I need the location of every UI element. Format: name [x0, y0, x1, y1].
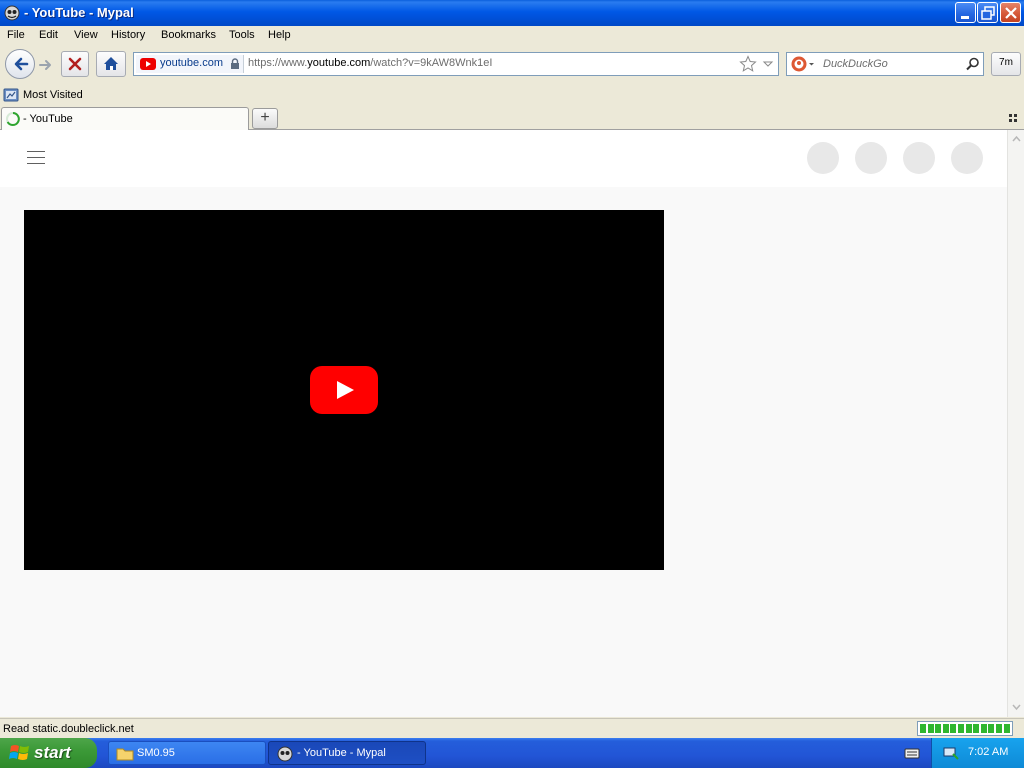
taskbar-item-mypal[interactable]: - YouTube - Mypal	[268, 741, 426, 765]
minimize-button[interactable]	[955, 2, 976, 23]
page-content	[0, 130, 1007, 717]
scroll-down-icon[interactable]	[1010, 700, 1023, 714]
menu-tools[interactable]: Tools	[229, 29, 255, 41]
progress-segment	[996, 724, 1002, 733]
progress-segment	[965, 724, 972, 733]
play-button[interactable]	[310, 366, 378, 414]
menu-hamburger-icon[interactable]	[0, 130, 60, 187]
url-path: /watch?v=9kAW8Wnk1eI	[370, 57, 493, 69]
bookmarks-toolbar: Most Visited	[0, 84, 1024, 106]
video-player[interactable]	[24, 210, 664, 570]
taskbar-item-label: - YouTube - Mypal	[297, 747, 386, 759]
network-icon[interactable]	[942, 744, 960, 762]
back-button[interactable]	[5, 49, 35, 79]
mypal-app-icon	[4, 5, 20, 21]
url-dropdown-icon[interactable]	[762, 56, 774, 74]
restore-button[interactable]	[977, 2, 998, 23]
restore-icon	[981, 6, 995, 20]
close-icon	[1005, 7, 1017, 19]
menu-edit[interactable]: Edit	[39, 29, 58, 41]
progress-segment	[973, 724, 980, 733]
navigation-toolbar: youtube.com https://www.youtube.com/watc…	[0, 46, 1024, 84]
duckduckgo-icon[interactable]	[789, 54, 815, 74]
site-identity-button[interactable]: youtube.com	[136, 55, 244, 73]
header-placeholder-circle	[903, 142, 935, 174]
tab-youtube[interactable]: - YouTube	[1, 107, 249, 130]
header-placeholder-circle	[807, 142, 839, 174]
start-button[interactable]: start	[0, 738, 97, 768]
stop-icon	[68, 57, 82, 71]
stop-button[interactable]	[61, 51, 89, 77]
youtube-favicon-icon	[140, 58, 156, 70]
progress-segment	[1003, 724, 1010, 733]
window-title: - YouTube - Mypal	[24, 5, 134, 20]
menu-help[interactable]: Help	[268, 29, 291, 41]
menu-file[interactable]: File	[7, 29, 25, 41]
tab-label: - YouTube	[23, 113, 73, 125]
mypal-app-icon	[277, 746, 293, 762]
vertical-scrollbar[interactable]	[1007, 130, 1024, 717]
bookmark-star-icon[interactable]	[739, 55, 757, 73]
progress-segment	[927, 724, 934, 733]
home-button[interactable]	[96, 51, 126, 77]
progress-segment	[958, 724, 964, 733]
keyboard-icon[interactable]	[904, 746, 920, 760]
url-prefix: https://www.	[248, 57, 308, 69]
windows-taskbar: start SM0.95 - YouTube - Mypal 7:02 AM	[0, 738, 1024, 768]
progress-segment	[935, 724, 942, 733]
taskbar-item-folder[interactable]: SM0.95	[108, 741, 266, 765]
tab-strip: - YouTube +	[0, 106, 1024, 130]
menu-bar: File Edit View History Bookmarks Tools H…	[0, 26, 1024, 46]
window-titlebar[interactable]: - YouTube - Mypal	[0, 0, 1024, 26]
forward-arrow-icon	[39, 60, 51, 70]
status-bar: Read static.doubleclick.net	[0, 718, 1024, 738]
progress-segment	[950, 724, 957, 733]
most-visited-folder-icon	[3, 88, 19, 102]
address-bar[interactable]: youtube.com https://www.youtube.com/watc…	[133, 52, 779, 76]
youtube-header	[0, 130, 1007, 187]
search-placeholder: DuckDuckGo	[823, 58, 888, 70]
forward-button[interactable]	[36, 55, 56, 75]
loading-progress-bar	[917, 721, 1013, 736]
url-text[interactable]: https://www.youtube.com/watch?v=9kAW8Wnk…	[248, 57, 492, 69]
start-label: start	[34, 743, 71, 762]
header-placeholder-circle	[951, 142, 983, 174]
header-placeholder-circle	[855, 142, 887, 174]
search-bar[interactable]: DuckDuckGo	[786, 52, 984, 76]
new-tab-button[interactable]: +	[252, 108, 278, 129]
minimize-icon	[961, 16, 969, 19]
home-icon	[104, 57, 118, 70]
play-icon	[337, 381, 354, 399]
lock-icon	[231, 58, 239, 69]
system-tray: 7:02 AM	[931, 738, 1024, 768]
menu-view[interactable]: View	[74, 29, 98, 41]
back-arrow-icon	[14, 57, 29, 71]
menu-history[interactable]: History	[111, 29, 145, 41]
site-domain-label: youtube.com	[160, 57, 223, 69]
search-icon[interactable]	[965, 56, 981, 72]
progress-segment	[988, 724, 995, 733]
progress-segment	[920, 724, 926, 733]
url-host: youtube.com	[307, 57, 371, 69]
taskbar-item-label: SM0.95	[137, 747, 175, 759]
menu-bookmarks[interactable]: Bookmarks	[161, 29, 216, 41]
status-text: Read static.doubleclick.net	[3, 723, 134, 735]
clock: 7:02 AM	[968, 746, 1009, 758]
folder-icon	[116, 748, 134, 761]
windows-logo-icon	[9, 745, 29, 760]
scroll-up-icon[interactable]	[1010, 132, 1023, 146]
most-visited-label: Most Visited	[23, 89, 83, 101]
progress-segment	[980, 724, 987, 733]
tab-list-icon[interactable]	[1008, 113, 1018, 123]
progress-segment	[942, 724, 949, 733]
close-window-button[interactable]	[1000, 2, 1021, 23]
loading-spinner-icon	[6, 112, 20, 126]
zoom-button[interactable]: 7m	[991, 52, 1021, 76]
plus-icon: +	[260, 109, 270, 126]
